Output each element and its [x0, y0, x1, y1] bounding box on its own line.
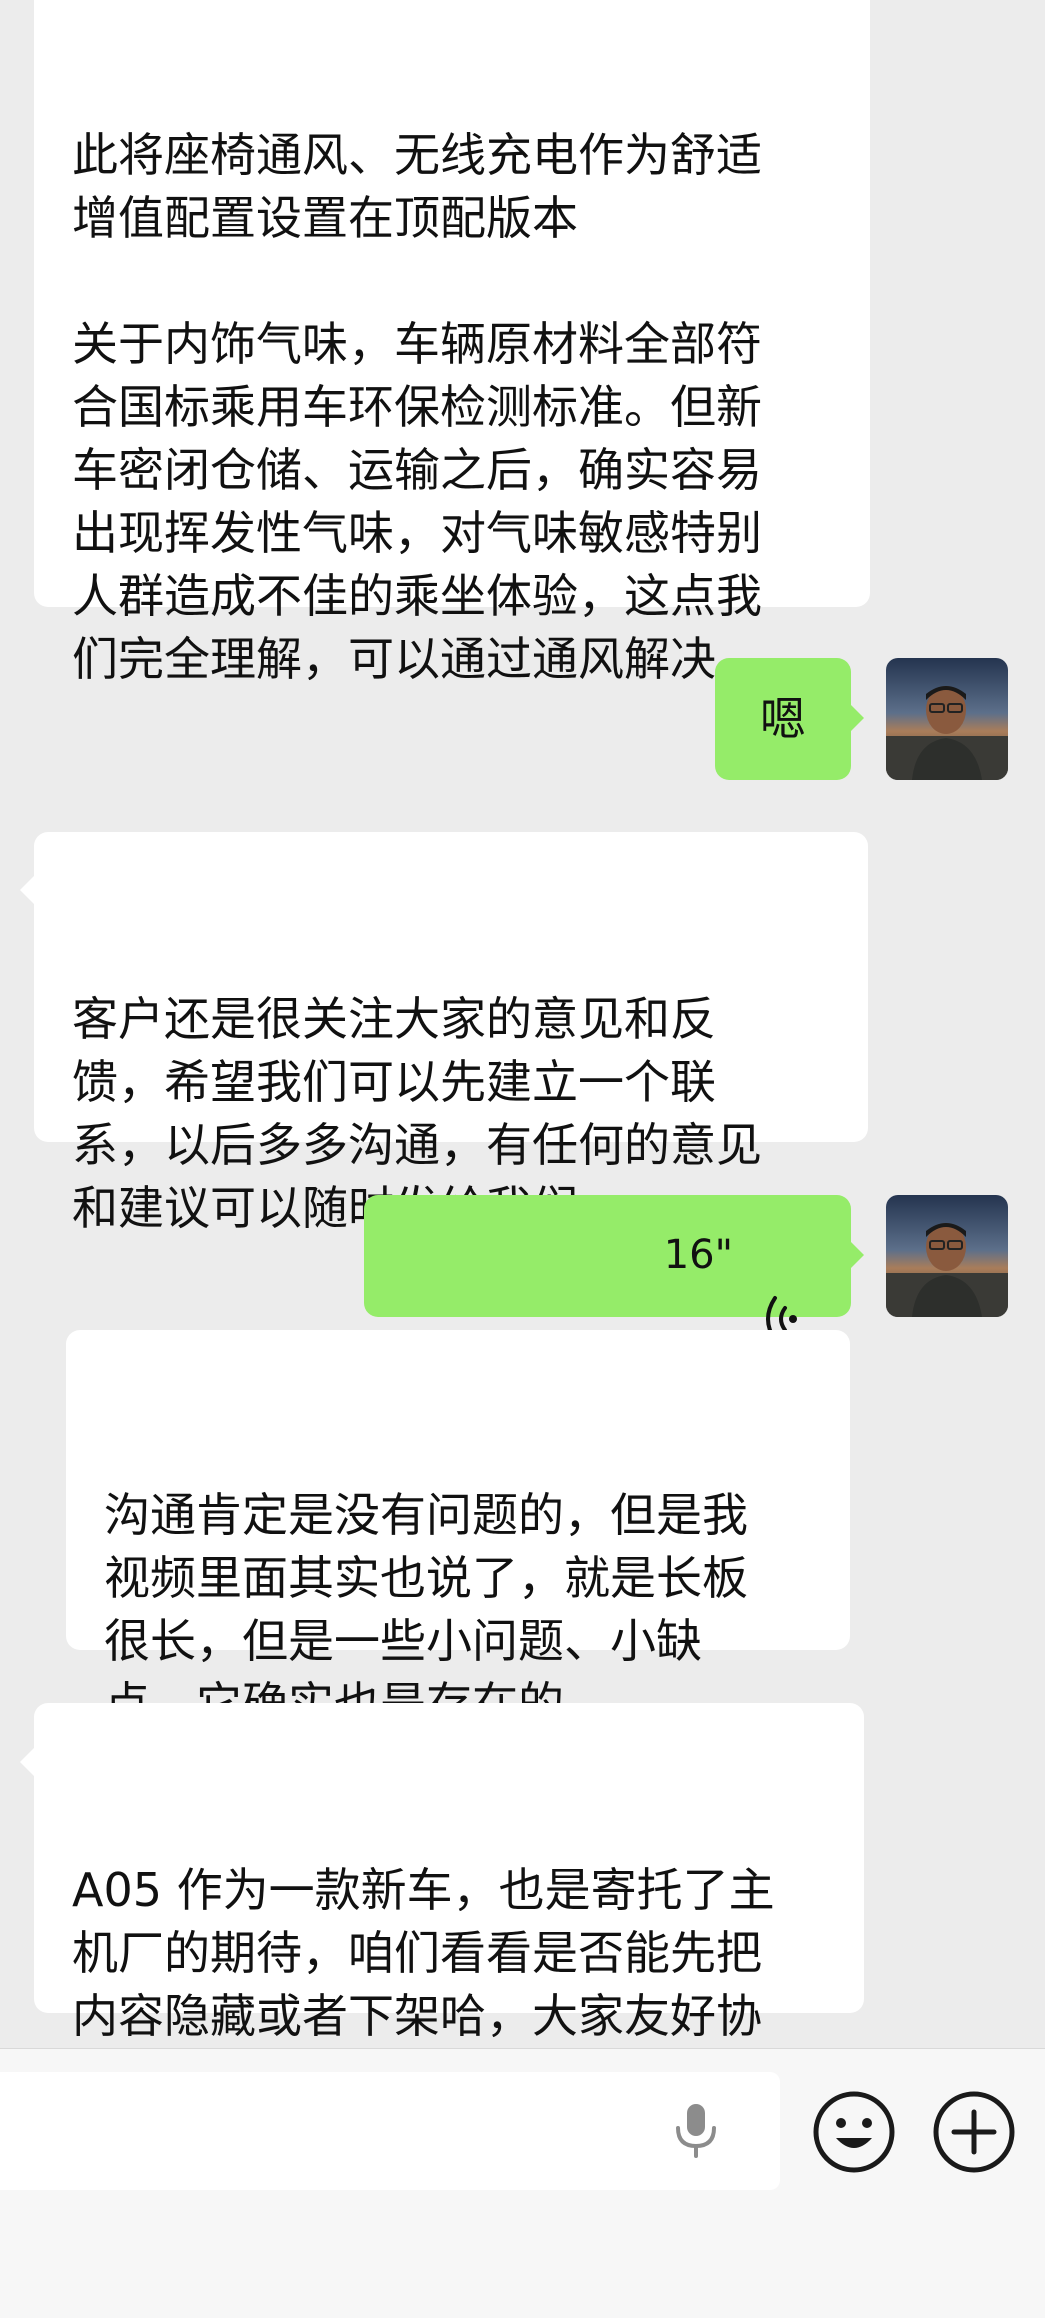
message-text: 嗯	[760, 691, 806, 746]
message-text: 沟通肯定是没有问题的，但是我 视频里面其实也说了，就是长板 很长，但是一些小问题…	[104, 1488, 748, 1731]
message-bubble-sent[interactable]: 嗯	[715, 658, 851, 780]
message-input[interactable]	[0, 2072, 780, 2190]
avatar[interactable]	[886, 1195, 1008, 1317]
smiley-icon[interactable]	[812, 2090, 896, 2178]
microphone-icon[interactable]	[670, 2102, 722, 2164]
message-bubble-received[interactable]: A05 作为一款新车，也是寄托了主 机厂的期待，咱们看看是否能先把 内容隐藏或者…	[34, 1703, 864, 2106]
bubble-tail	[850, 1241, 864, 1269]
message-bubble-received[interactable]: 沟通肯定是没有问题的，但是我 视频里面其实也说了，就是长板 很长，但是一些小问题…	[66, 1330, 850, 1731]
bubble-tail	[850, 704, 864, 732]
plus-icon[interactable]	[932, 2090, 1016, 2178]
bubble-tail	[20, 876, 34, 904]
message-bubble-received[interactable]: 此将座椅通风、无线充电作为舒适 增值配置设置在顶配版本 关于内饰气味，车辆原材料…	[34, 0, 870, 686]
voice-message-bubble[interactable]: 16"	[364, 1195, 851, 1342]
message-bubble-received[interactable]: 客户还是很关注大家的意见和反 馈，希望我们可以先建立一个联 系，以后多多沟通，有…	[34, 832, 868, 1235]
message-text: 此将座椅通风、无线充电作为舒适 增值配置设置在顶配版本 关于内饰气味，车辆原材料…	[72, 128, 762, 686]
avatar[interactable]	[886, 658, 1008, 780]
bubble-tail	[20, 1748, 34, 1776]
